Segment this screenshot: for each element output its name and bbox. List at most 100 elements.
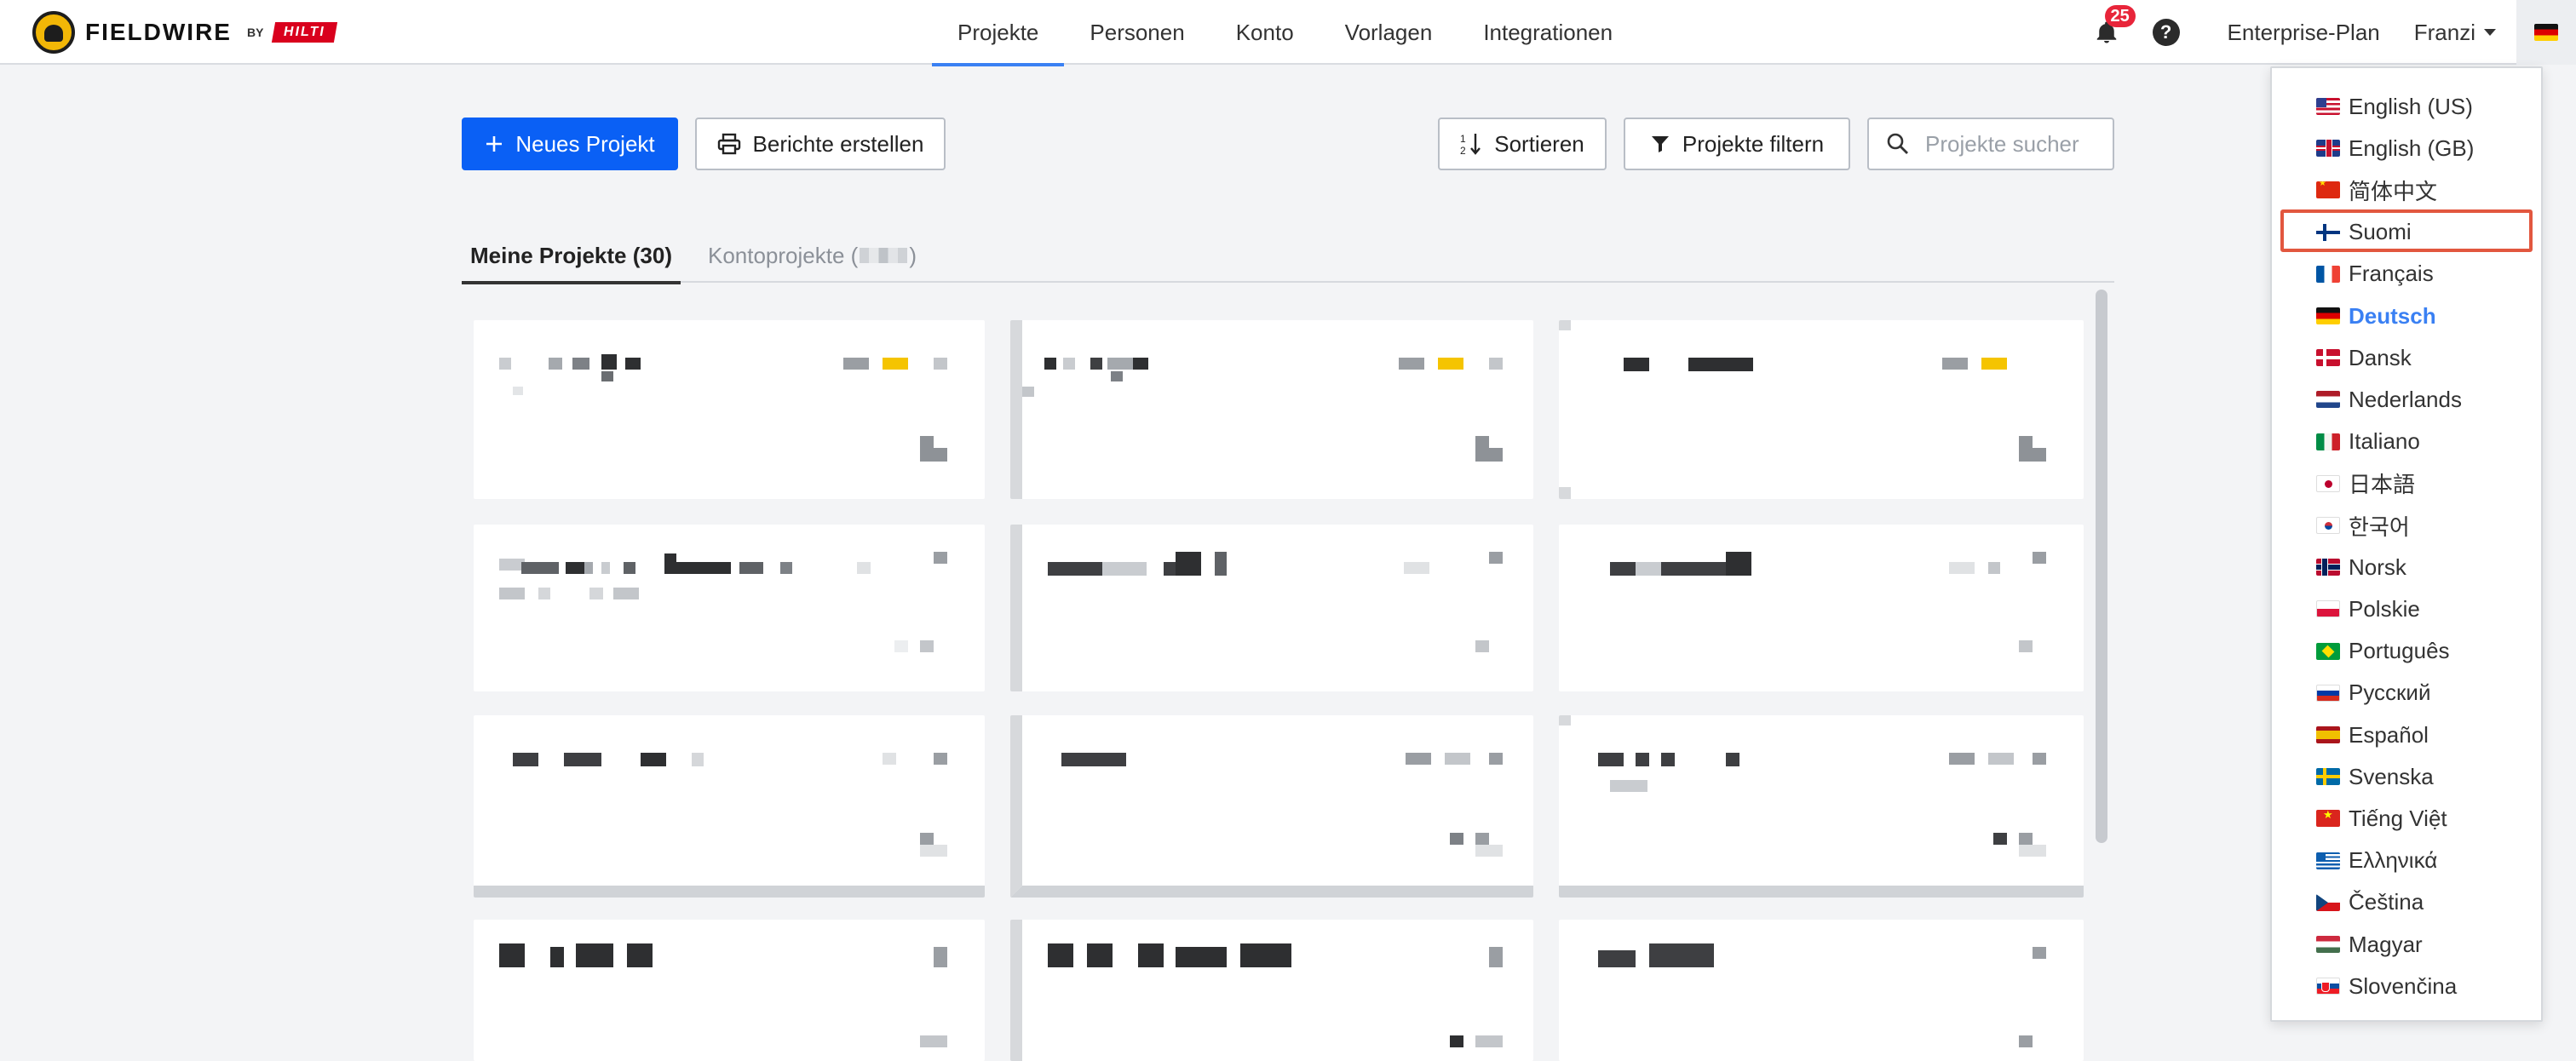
project-card[interactable] — [1010, 920, 1533, 1061]
notifications-button[interactable]: 25 — [2090, 5, 2136, 49]
project-card[interactable] — [1010, 320, 1533, 499]
nav-integrationen[interactable]: Integrationen — [1458, 0, 1638, 65]
vn-flag-icon — [2316, 810, 2340, 828]
language-option-se[interactable]: Svenska — [2316, 759, 2434, 794]
language-option-jp[interactable]: 日本語 — [2316, 466, 2415, 502]
language-label: Deutsch — [2349, 302, 2436, 329]
fieldwire-helmet-icon — [32, 11, 75, 54]
se-flag-icon — [2316, 768, 2340, 786]
language-option-pl[interactable]: Polskie — [2316, 591, 2420, 627]
language-option-br[interactable]: Português — [2316, 634, 2450, 669]
german-flag-icon — [2534, 24, 2558, 41]
user-menu[interactable]: Franzi — [2414, 20, 2496, 46]
user-name: Franzi — [2413, 19, 2475, 45]
svg-text:1: 1 — [1460, 133, 1466, 145]
language-label: 한국어 — [2349, 513, 2410, 540]
language-label: Русский — [2349, 680, 2431, 706]
project-card[interactable] — [474, 920, 985, 1061]
hu-flag-icon — [2316, 936, 2340, 953]
language-label: Nederlands — [2349, 386, 2462, 412]
language-option-fr[interactable]: Français — [2316, 256, 2434, 292]
language-option-hu[interactable]: Magyar — [2316, 926, 2423, 962]
language-label: Español — [2349, 721, 2429, 748]
main-nav: Projekte Personen Konto Vorlagen Integra… — [932, 0, 1638, 66]
language-option-vn[interactable]: Tiếng Việt — [2316, 800, 2447, 836]
sk-flag-icon — [2316, 978, 2340, 995]
search-input[interactable] — [1925, 130, 2113, 158]
cn-flag-icon — [2316, 181, 2340, 199]
sort-button[interactable]: 12 Sortieren — [1438, 118, 1607, 170]
language-label: 简体中文 — [2349, 178, 2438, 204]
language-label: Svenska — [2349, 763, 2434, 789]
language-option-fi[interactable]: Suomi — [2316, 215, 2412, 250]
language-option-sk[interactable]: Slovenčina — [2316, 968, 2457, 1004]
language-label: Français — [2349, 261, 2434, 287]
project-list-scrollbar[interactable] — [2092, 286, 2111, 1061]
top-navigation-bar: FIELDWIRE BY HILTI Projekte Personen Kon… — [0, 0, 2576, 66]
project-card[interactable] — [474, 715, 985, 898]
nav-projekte[interactable]: Projekte — [932, 0, 1065, 66]
language-label: Tiếng Việt — [2349, 805, 2447, 831]
project-card[interactable] — [1010, 715, 1533, 898]
language-option-gb[interactable]: English (GB) — [2316, 130, 2474, 166]
language-switcher-button[interactable] — [2516, 0, 2576, 65]
scrollbar-thumb[interactable] — [2096, 290, 2107, 843]
project-card[interactable] — [474, 525, 985, 691]
language-label: Norsk — [2349, 553, 2406, 580]
language-label: Dansk — [2349, 344, 2412, 370]
help-icon[interactable]: ? — [2152, 19, 2180, 46]
project-card[interactable] — [1559, 320, 2084, 499]
project-card[interactable] — [1559, 525, 2084, 691]
nav-konto[interactable]: Konto — [1210, 0, 1320, 65]
dk-flag-icon — [2316, 349, 2340, 367]
gb-flag-icon — [2316, 140, 2340, 158]
language-option-it[interactable]: Italiano — [2316, 424, 2420, 460]
filter-label: Projekte filtern — [1682, 130, 1825, 157]
language-label: English (GB) — [2349, 135, 2475, 161]
language-label: Magyar — [2349, 931, 2423, 957]
plan-link[interactable]: Enterprise-Plan — [2228, 20, 2380, 46]
language-option-ru[interactable]: Русский — [2316, 675, 2430, 711]
tab-my-projects[interactable]: Meine Projekte (30) — [462, 228, 681, 284]
language-option-nl[interactable]: Nederlands — [2316, 381, 2462, 417]
create-reports-button[interactable]: Berichte erstellen — [695, 118, 946, 170]
language-option-cn[interactable]: 简体中文 — [2316, 172, 2437, 208]
language-option-gr[interactable]: Ελληνικά — [2316, 843, 2437, 879]
pl-flag-icon — [2316, 600, 2340, 618]
chevron-down-icon — [2484, 29, 2496, 36]
new-project-button[interactable]: Neues Projekt — [462, 118, 678, 170]
project-card[interactable] — [474, 320, 985, 499]
jp-flag-icon — [2316, 474, 2340, 492]
filter-projects-button[interactable]: Projekte filtern — [1624, 118, 1850, 170]
fi-flag-icon — [2316, 223, 2340, 241]
de-flag-icon — [2316, 307, 2340, 324]
language-label: Suomi — [2349, 219, 2412, 245]
nav-vorlagen[interactable]: Vorlagen — [1320, 0, 1458, 65]
language-option-us[interactable]: English (US) — [2316, 89, 2473, 124]
language-label: Italiano — [2349, 428, 2420, 455]
project-search[interactable] — [1867, 118, 2114, 170]
no-flag-icon — [2316, 559, 2340, 576]
language-option-cz[interactable]: Čeština — [2316, 885, 2424, 920]
tab-account-projects[interactable]: Kontoprojekte ( ) — [699, 228, 925, 283]
project-card[interactable] — [1559, 920, 2084, 1061]
new-project-label: Neues Projekt — [515, 130, 655, 157]
account-projects-prefix: Kontoprojekte ( — [707, 242, 859, 268]
notification-count-badge: 25 — [2104, 5, 2136, 27]
project-card[interactable] — [1559, 715, 2084, 898]
fieldwire-logo[interactable]: FIELDWIRE BY HILTI — [32, 9, 338, 56]
language-option-no[interactable]: Norsk — [2316, 549, 2406, 585]
nav-personen[interactable]: Personen — [1064, 0, 1210, 65]
language-option-es[interactable]: Español — [2316, 717, 2429, 753]
kr-flag-icon — [2316, 517, 2340, 534]
language-label: Čeština — [2349, 889, 2424, 915]
language-option-dk[interactable]: Dansk — [2316, 340, 2412, 376]
header-right: 25 ? Enterprise-Plan Franzi — [2090, 0, 2576, 65]
account-projects-suffix: ) — [909, 242, 917, 268]
printer-icon — [717, 133, 740, 155]
ru-flag-icon — [2316, 684, 2340, 702]
project-card[interactable] — [1010, 525, 1533, 691]
language-option-kr[interactable]: 한국어 — [2316, 508, 2410, 543]
language-label: English (US) — [2349, 93, 2473, 119]
language-option-de[interactable]: Deutsch — [2316, 298, 2436, 334]
